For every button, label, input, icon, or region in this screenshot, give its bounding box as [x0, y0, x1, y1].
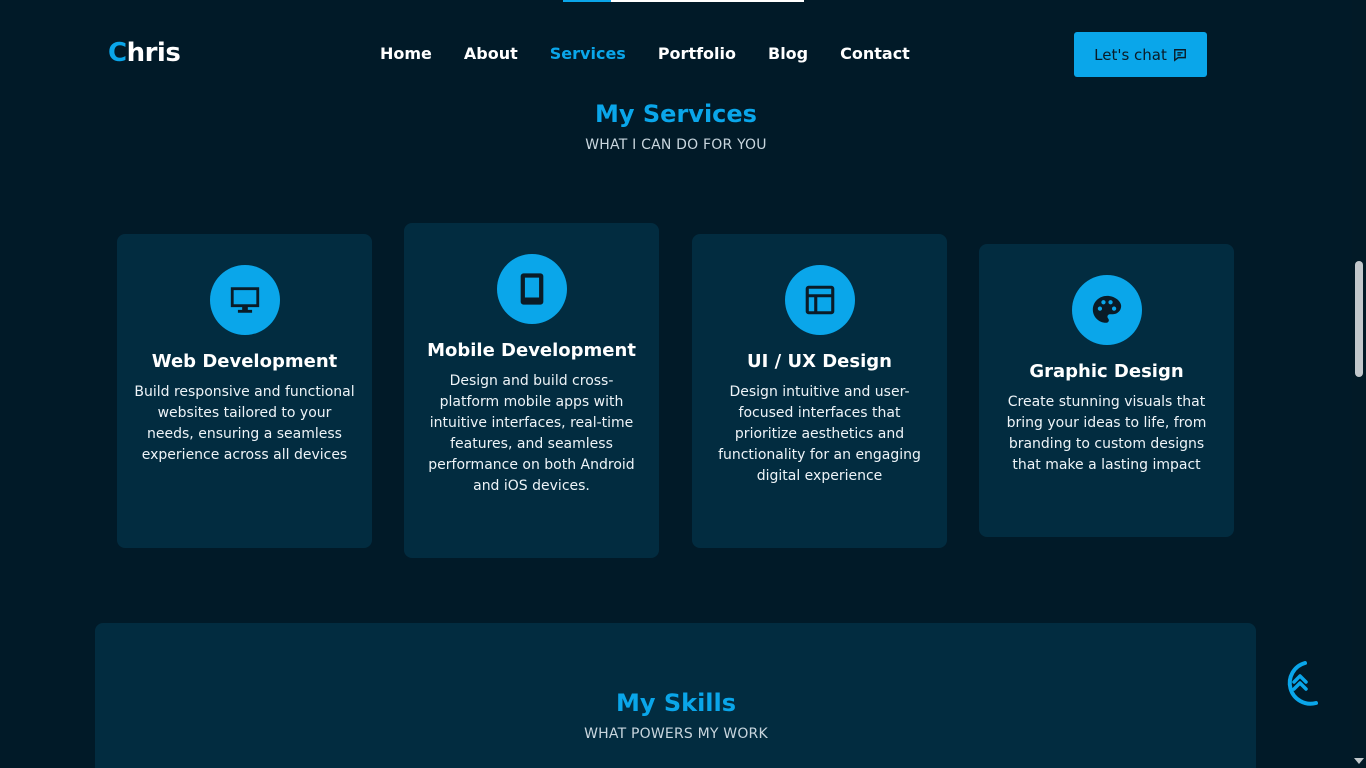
card-description: Build responsive and functional websites… [134, 384, 355, 463]
scrollbar-thumb[interactable] [1355, 261, 1363, 377]
service-card-graphic: Graphic Design Create stunning visuals t… [979, 244, 1234, 537]
service-card-web: Web Development Build responsive and fun… [117, 234, 372, 548]
scroll-progress-fill [563, 0, 612, 2]
skills-title: My Skills [615, 689, 737, 717]
scroll-down-arrow-icon[interactable] [1354, 758, 1364, 764]
nav-contact[interactable]: Contact [840, 44, 910, 63]
logo-rest: hris [126, 38, 181, 68]
card-title: Graphic Design [1029, 361, 1184, 382]
main-nav: Home About Services Portfolio Blog Conta… [380, 44, 910, 63]
chat-button-label: Let's chat [1094, 45, 1167, 64]
nav-blog[interactable]: Blog [768, 44, 808, 63]
nav-services[interactable]: Services [550, 44, 626, 63]
nav-home[interactable]: Home [380, 44, 432, 63]
card-title: UI / UX Design [747, 351, 892, 372]
scroll-to-top-button[interactable] [1275, 658, 1319, 708]
lets-chat-button[interactable]: Let's chat [1074, 32, 1207, 77]
card-description: Create stunning visuals that bring your … [1006, 394, 1207, 473]
service-card-mobile: Mobile Development Design and build cros… [404, 223, 659, 558]
nav-about[interactable]: About [464, 44, 518, 63]
scroll-progress-bar [563, 0, 804, 2]
logo[interactable]: Chris [108, 38, 181, 68]
page-scrollbar[interactable] [1352, 0, 1366, 768]
services-subtitle: WHAT I CAN DO FOR YOU [585, 137, 767, 153]
card-title: Mobile Development [427, 340, 636, 361]
layout-icon [784, 265, 855, 335]
skills-subtitle: WHAT POWERS MY WORK [584, 726, 768, 742]
logo-initial: C [108, 38, 127, 68]
card-description: Design intuitive and user-focused interf… [718, 384, 921, 484]
card-title: Web Development [151, 351, 338, 372]
tablet-icon [496, 254, 567, 324]
double-chevron-up-icon [1287, 661, 1318, 706]
chat-bubble-icon [1173, 48, 1186, 62]
palette-icon [1071, 275, 1142, 345]
card-description: Design and build cross-platform mobile a… [428, 373, 635, 494]
services-title: My Services [595, 100, 757, 128]
service-card-uiux: UI / UX Design Design intuitive and user… [692, 234, 947, 548]
nav-portfolio[interactable]: Portfolio [658, 44, 736, 63]
monitor-icon [209, 265, 280, 335]
